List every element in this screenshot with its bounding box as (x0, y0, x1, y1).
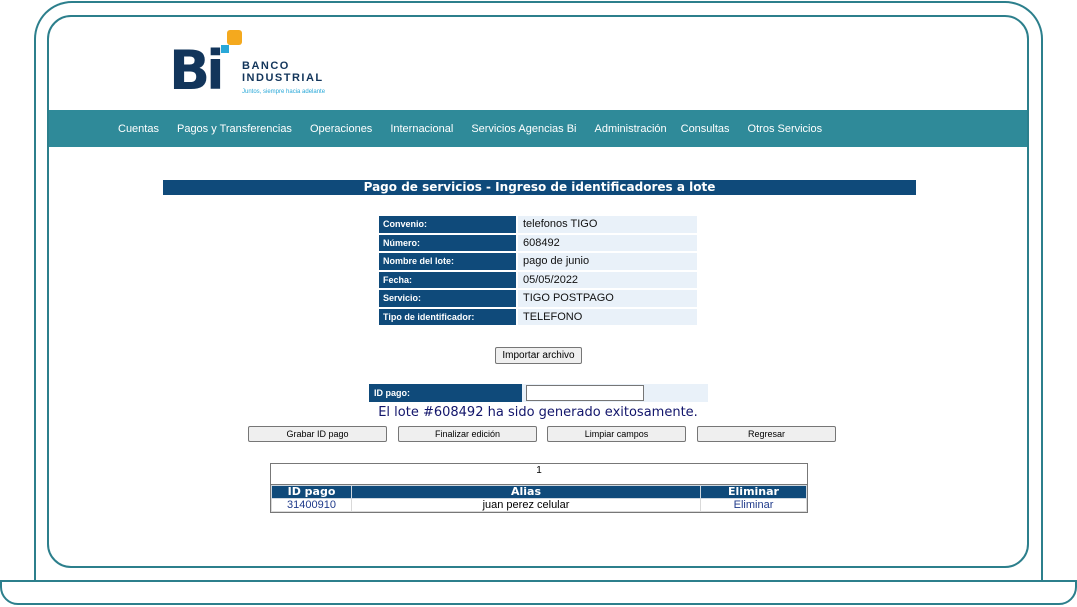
detail-label: Fecha: (379, 271, 516, 288)
nav-item-pagos[interactable]: Pagos y Transferencias (177, 123, 292, 135)
table-row: 31400910 juan perez celular Eliminar (271, 498, 807, 512)
pagination: 1 (271, 464, 807, 485)
results-panel: 1 ID pago Alias Eliminar 31400910 juan p… (270, 463, 808, 513)
import-file-button[interactable]: Importar archivo (495, 347, 582, 364)
page-title: Pago de servicios - Ingreso de identific… (163, 180, 916, 195)
detail-label: Número: (379, 234, 516, 251)
finish-edit-button[interactable]: Finalizar edición (398, 426, 537, 442)
detail-value: TELEFONO (518, 308, 697, 325)
logo-letters: Bi (169, 39, 225, 102)
main-nav: Cuentas Pagos y Transferencias Operacion… (49, 110, 1027, 147)
logo-tagline: Juntos, siempre hacia adelante (242, 89, 326, 95)
row-delete-link[interactable]: Eliminar (700, 498, 807, 512)
column-header: Eliminar (700, 485, 807, 499)
id-pago-row: ID pago: (369, 384, 708, 402)
detail-label: Tipo de identificador: (379, 308, 516, 325)
success-message: El lote #608492 ha sido generado exitosa… (378, 405, 698, 420)
id-pago-label: ID pago: (369, 384, 522, 402)
row-alias: juan perez celular (351, 498, 701, 512)
clear-fields-button[interactable]: Limpiar campos (547, 426, 686, 442)
nav-item-administracion[interactable]: Administración (594, 123, 666, 135)
logo-name: BANCO INDUSTRIAL (242, 60, 324, 84)
nav-item-operaciones[interactable]: Operaciones (310, 123, 372, 135)
column-header: Alias (351, 485, 701, 499)
logo-square-icon (227, 30, 242, 45)
back-button[interactable]: Regresar (697, 426, 836, 442)
detail-row: Fecha: 05/05/2022 (379, 271, 697, 288)
screen: Bi BANCO INDUSTRIAL Juntos, siempre haci… (47, 15, 1029, 568)
table-header: ID pago Alias Eliminar (271, 485, 807, 499)
detail-label: Convenio: (379, 216, 516, 233)
column-header: ID pago (271, 485, 352, 499)
id-pago-input[interactable] (526, 385, 644, 401)
page-number[interactable]: 1 (536, 465, 542, 476)
laptop-base (0, 580, 1077, 605)
save-id-button[interactable]: Grabar ID pago (248, 426, 387, 442)
detail-label: Nombre del lote: (379, 253, 516, 270)
results-table: ID pago Alias Eliminar 31400910 juan per… (271, 485, 807, 512)
batch-details: Convenio: telefonos TIGO Número: 608492 … (377, 214, 699, 327)
row-id-link[interactable]: 31400910 (271, 498, 352, 512)
nav-item-consultas[interactable]: Consultas (681, 123, 730, 135)
detail-row: Número: 608492 (379, 234, 697, 251)
detail-value: 608492 (518, 234, 697, 251)
nav-item-servicios-agencias[interactable]: Servicios Agencias Bi (471, 123, 576, 135)
detail-value: telefonos TIGO (518, 216, 697, 233)
bank-logo[interactable]: Bi BANCO INDUSTRIAL Juntos, siempre haci… (169, 29, 369, 99)
logo-dot-icon (221, 45, 229, 53)
logo-name-line1: BANCO (242, 60, 290, 72)
detail-value: TIGO POSTPAGO (518, 290, 697, 307)
detail-label: Servicio: (379, 290, 516, 307)
logo-name-line2: INDUSTRIAL (242, 72, 324, 84)
detail-row: Tipo de identificador: TELEFONO (379, 308, 697, 325)
nav-item-cuentas[interactable]: Cuentas (118, 123, 159, 135)
detail-row: Nombre del lote: pago de junio (379, 253, 697, 270)
detail-value: 05/05/2022 (518, 271, 697, 288)
nav-item-internacional[interactable]: Internacional (390, 123, 453, 135)
nav-item-otros-servicios[interactable]: Otros Servicios (748, 123, 823, 135)
detail-row: Servicio: TIGO POSTPAGO (379, 290, 697, 307)
detail-row: Convenio: telefonos TIGO (379, 216, 697, 233)
detail-value: pago de junio (518, 253, 697, 270)
